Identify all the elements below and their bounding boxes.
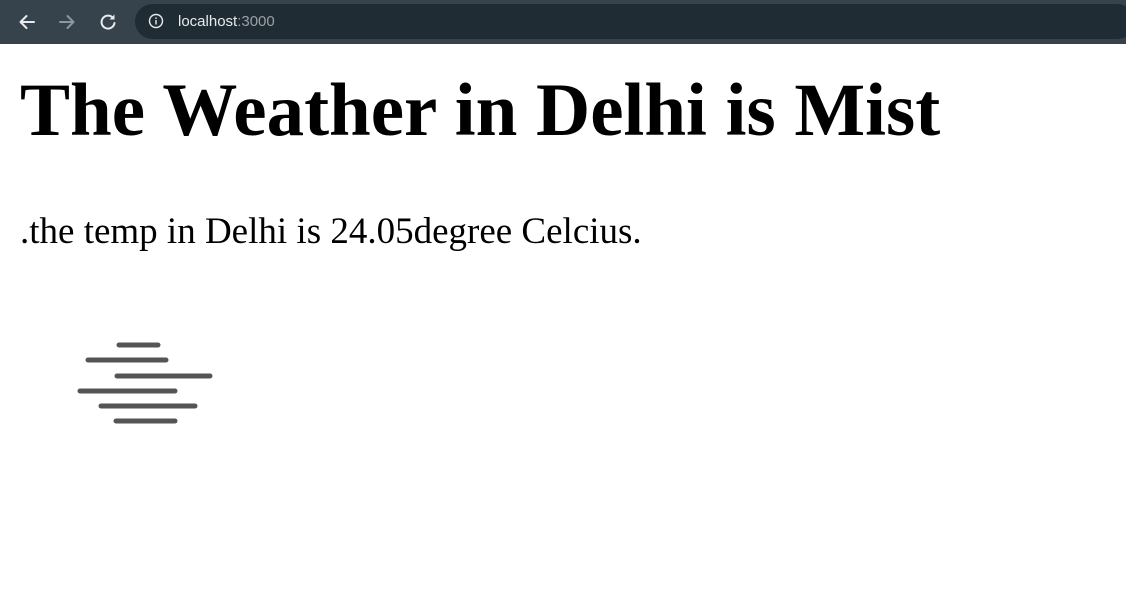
temperature-text: .the temp in Delhi is 24.05degree Celciu… <box>20 211 642 252</box>
reload-icon <box>100 14 116 30</box>
back-button[interactable] <box>13 8 41 36</box>
browser-toolbar: localhost:3000 <box>0 0 1126 44</box>
forward-button[interactable] <box>53 8 81 36</box>
back-arrow-icon <box>19 15 35 29</box>
address-bar[interactable]: localhost:3000 <box>135 4 1126 39</box>
forward-arrow-icon <box>59 15 75 29</box>
mist-icon <box>77 342 213 424</box>
url-host: localhost <box>178 13 238 30</box>
url-text[interactable]: localhost:3000 <box>178 12 275 31</box>
reload-button[interactable] <box>94 8 122 36</box>
url-port: :3000 <box>237 13 275 30</box>
info-icon[interactable] <box>148 13 164 29</box>
page-title: The Weather in Delhi is Mist <box>20 69 941 152</box>
page-content: The Weather in Delhi is Mist .the temp i… <box>0 44 1126 598</box>
